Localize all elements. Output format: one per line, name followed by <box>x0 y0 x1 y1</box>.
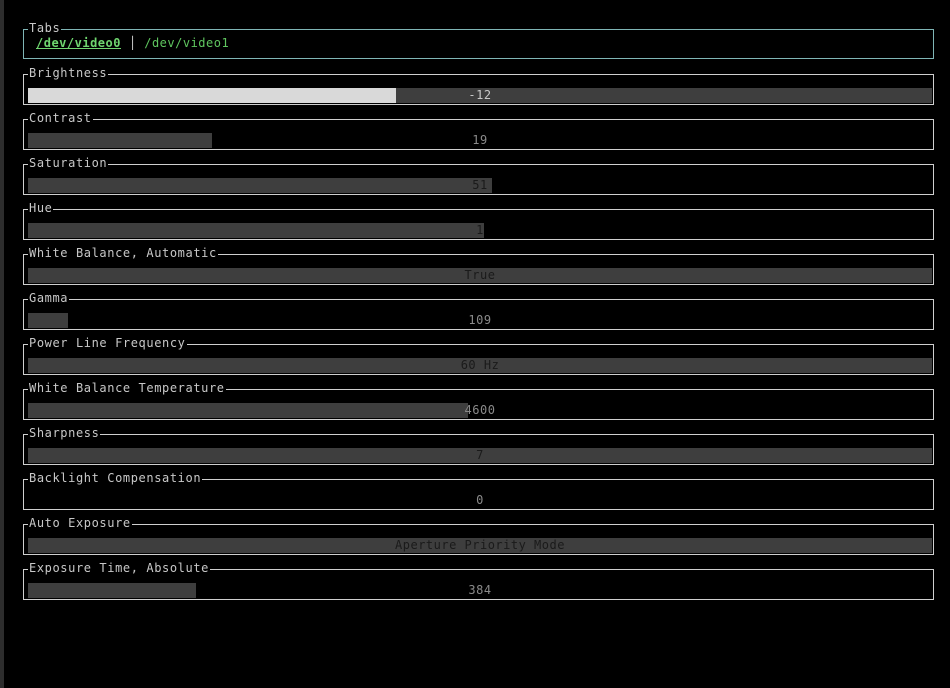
gauge-value: 51 <box>472 178 488 192</box>
tab-video0[interactable]: /dev/video0 <box>36 36 121 50</box>
tab-video1[interactable]: /dev/video1 <box>144 36 229 50</box>
tab-row: /dev/video0 │ /dev/video1 <box>36 36 229 51</box>
gauge-value: -12 <box>468 88 492 102</box>
gauge-value: 109 <box>468 313 492 327</box>
gauge-track[interactable]: 1 <box>28 223 932 238</box>
gauge-value: 19 <box>472 133 488 147</box>
gauge-value: 60 Hz <box>460 358 500 372</box>
control-hue[interactable]: Hue 1 <box>23 201 934 240</box>
gauge-track[interactable]: True <box>28 268 932 283</box>
control-title: Power Line Frequency <box>28 336 187 351</box>
gauge-track[interactable]: 7 <box>28 448 932 463</box>
gauge-value: 384 <box>468 583 492 597</box>
tab-separator: │ <box>128 36 137 50</box>
control-white-balance-automatic[interactable]: White Balance, Automatic True <box>23 246 934 285</box>
control-gamma[interactable]: Gamma 109 <box>23 291 934 330</box>
control-title: Hue <box>28 201 54 216</box>
gauge-track[interactable]: 109 <box>28 313 932 328</box>
control-title: Gamma <box>28 291 70 306</box>
control-title: White Balance, Automatic <box>28 246 218 261</box>
control-title: Brightness <box>28 66 109 81</box>
control-sharpness[interactable]: Sharpness 7 <box>23 426 934 465</box>
gauge-track[interactable]: 384 <box>28 583 932 598</box>
control-title: Auto Exposure <box>28 516 132 531</box>
gauge-value: Aperture Priority Mode <box>395 538 565 552</box>
gauge-track[interactable]: 60 Hz <box>28 358 932 373</box>
control-white-balance-temperature[interactable]: White Balance Temperature 4600 <box>23 381 934 420</box>
control-title: Exposure Time, Absolute <box>28 561 210 576</box>
gauge-value: 0 <box>476 493 484 507</box>
gauge-track[interactable]: 51 <box>28 178 932 193</box>
gauge-track[interactable]: 4600 <box>28 403 932 418</box>
control-auto-exposure[interactable]: Auto Exposure Aperture Priority Mode <box>23 516 934 555</box>
gauge-value: 1 <box>476 223 484 237</box>
gauge-track[interactable]: -12 <box>28 88 932 103</box>
control-contrast[interactable]: Contrast 19 <box>23 111 934 150</box>
control-saturation[interactable]: Saturation 51 <box>23 156 934 195</box>
control-power-line-frequency[interactable]: Power Line Frequency 60 Hz <box>23 336 934 375</box>
control-title: Contrast <box>28 111 93 126</box>
gauge-track[interactable]: 0 <box>28 493 932 508</box>
left-edge-bar <box>0 0 4 688</box>
control-title: Sharpness <box>28 426 101 441</box>
gauge-track[interactable]: Aperture Priority Mode <box>28 538 932 553</box>
control-backlight-compensation[interactable]: Backlight Compensation 0 <box>23 471 934 510</box>
control-brightness[interactable]: Brightness -12 <box>23 66 934 105</box>
tabs-title: Tabs <box>28 21 62 36</box>
gauge-value: 7 <box>476 448 484 462</box>
control-title: Saturation <box>28 156 109 171</box>
control-title: Backlight Compensation <box>28 471 203 486</box>
gauge-value: 4600 <box>464 403 496 417</box>
control-title: White Balance Temperature <box>28 381 226 396</box>
gauge-value: True <box>464 268 496 282</box>
tabs-panel: Tabs /dev/video0 │ /dev/video1 <box>23 21 934 59</box>
gauge-track[interactable]: 19 <box>28 133 932 148</box>
control-exposure-time-absolute[interactable]: Exposure Time, Absolute 384 <box>23 561 934 600</box>
